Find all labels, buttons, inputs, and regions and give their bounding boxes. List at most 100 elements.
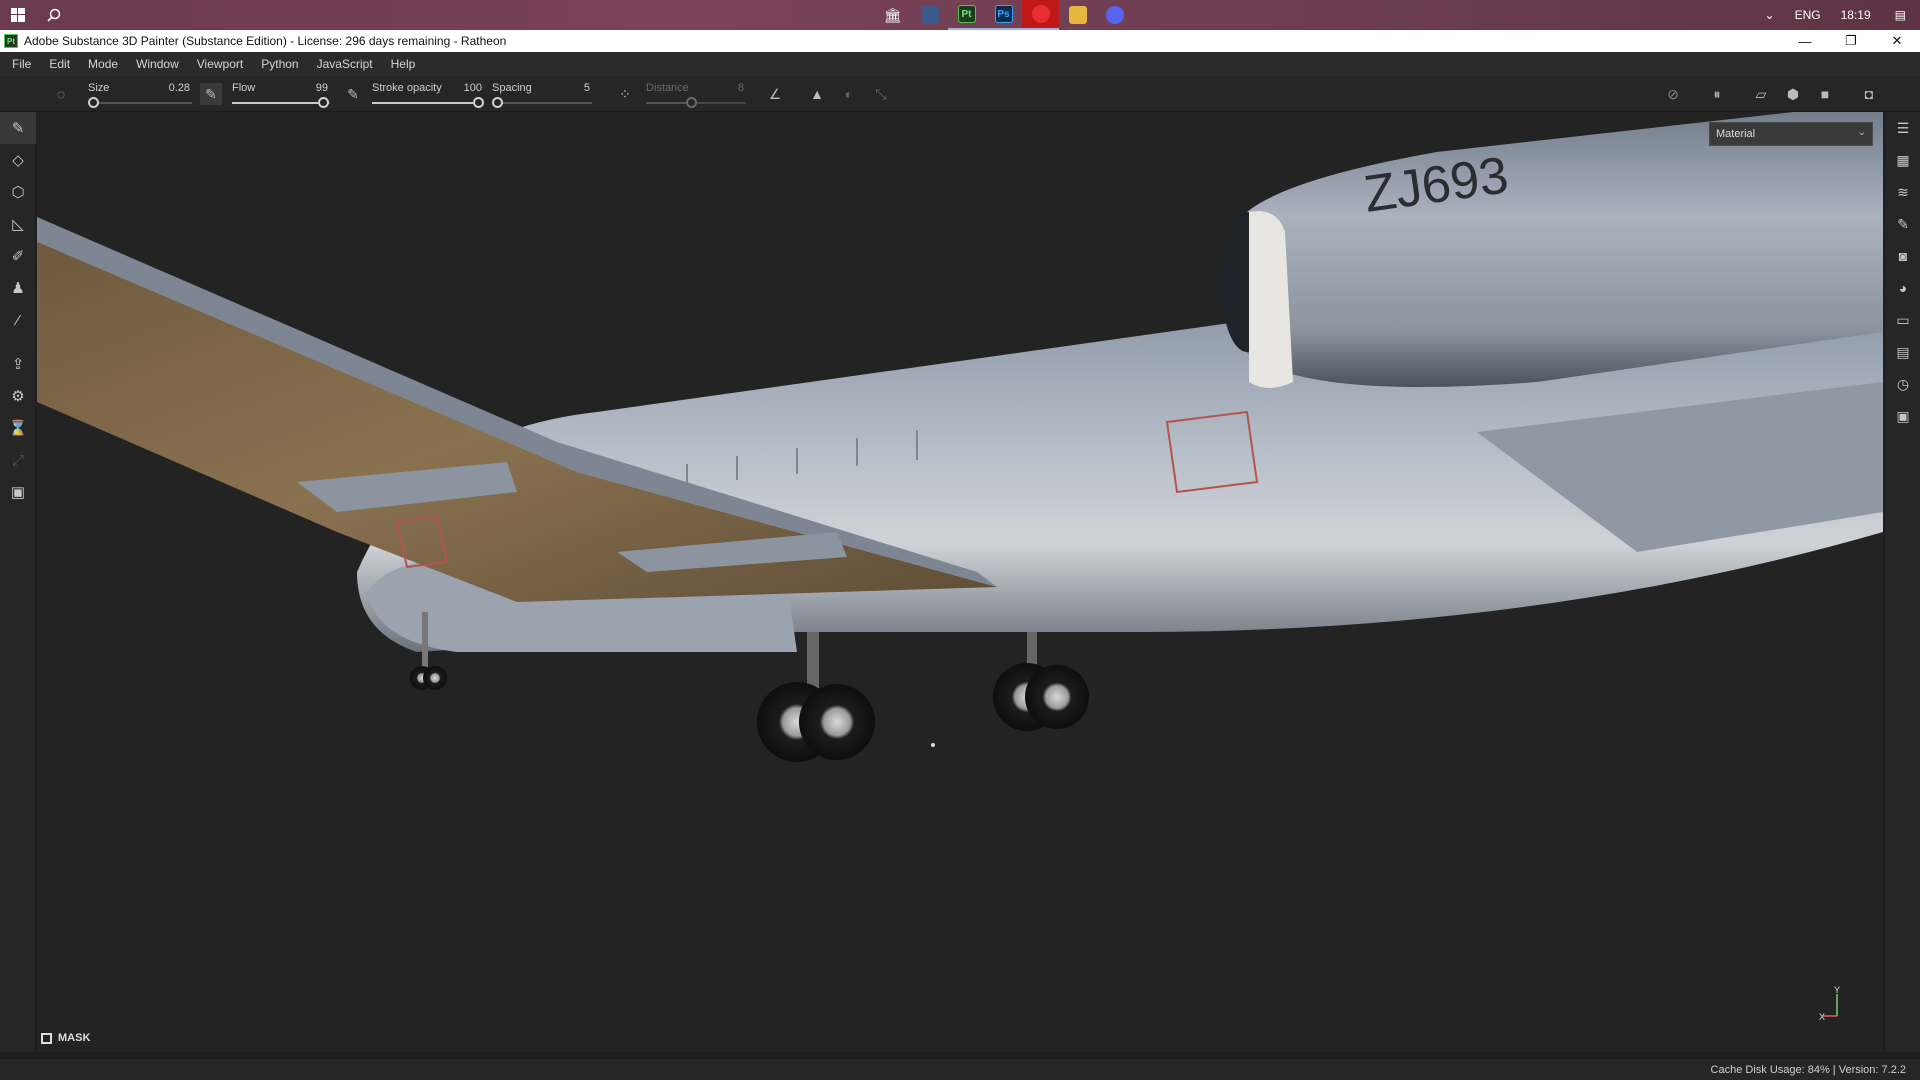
color-picker-icon[interactable]: ⁄ — [0, 304, 36, 336]
menu-bar: File Edit Mode Window Viewport Python Ja… — [0, 52, 1920, 76]
tray-chevron-icon[interactable]: ⌄ — [1755, 8, 1785, 22]
render-mode-value: Material — [1716, 128, 1756, 140]
stroke-opacity-knob[interactable] — [473, 97, 484, 108]
view-3d-icon[interactable]: ⬢ — [1782, 83, 1804, 105]
aircraft-model[interactable]: ZJ693 — [37, 112, 1883, 1052]
polygon-fill-icon[interactable]: ◺ — [0, 208, 36, 240]
screenshot-icon[interactable]: ◘ — [1858, 83, 1880, 105]
restore-button[interactable]: ❐ — [1828, 30, 1874, 52]
mask-toggle[interactable]: MASK — [41, 1032, 90, 1044]
close-button[interactable]: ✕ — [1874, 30, 1920, 52]
window-titlebar: Pt Adobe Substance 3D Painter (Substance… — [0, 30, 1920, 52]
size-knob[interactable] — [88, 97, 99, 108]
plugins-icon[interactable]: ▣ — [0, 476, 36, 508]
photoshop-app-icon[interactable]: Ps — [985, 0, 1022, 30]
size-slider[interactable]: Size 0.28 — [88, 80, 192, 110]
lazy-mouse-icon[interactable]: ⁘ — [614, 83, 636, 105]
hide-overlay-icon[interactable]: ⊘ — [1662, 83, 1684, 105]
distance-value[interactable]: 8 — [738, 82, 744, 94]
left-toolbar: ✎ ◇ ⬡ ◺ ✐ ♟ ⁄ ⇪ ⚙ ⌛ ⤢ ▣ — [0, 112, 36, 1052]
menu-python[interactable]: Python — [252, 57, 307, 71]
assets-icon[interactable]: ▭ — [1885, 304, 1920, 336]
clone-stamp-icon[interactable]: ♟ — [0, 272, 36, 304]
properties-icon[interactable]: ✎ — [1885, 208, 1920, 240]
view-2d-icon[interactable]: ▱ — [1750, 83, 1772, 105]
menu-file[interactable]: File — [3, 57, 40, 71]
axis-gizmo: Y X — [1819, 985, 1855, 1022]
taskbar-apps: 🏛 Pt Ps — [874, 0, 1133, 30]
stroke-opacity-value[interactable]: 100 — [464, 82, 482, 94]
painter-app-icon[interactable]: Pt — [948, 0, 985, 30]
flow-slider[interactable]: Flow 99 — [232, 80, 330, 110]
texture-set-settings-icon[interactable]: ▦ — [1885, 144, 1920, 176]
clock[interactable]: 18:19 — [1831, 8, 1881, 22]
search-icon[interactable] — [36, 0, 72, 30]
notification-icon[interactable]: ▤ — [1881, 8, 1920, 22]
display-settings-icon[interactable]: ◙ — [1885, 240, 1920, 272]
layers-icon[interactable]: ≋ — [1885, 176, 1920, 208]
flow-knob[interactable] — [318, 97, 330, 108]
language-indicator[interactable]: ENG — [1785, 8, 1831, 22]
stroke-opacity-slider[interactable]: Stroke opacity 100 — [372, 80, 484, 110]
distance-slider[interactable]: Distance 8 — [646, 80, 746, 110]
symmetry-options-icon[interactable]: ◐ — [838, 83, 860, 105]
angle-icon[interactable]: ∠ — [764, 83, 786, 105]
menu-window[interactable]: Window — [127, 57, 188, 71]
transform-icon[interactable]: ⤡ — [870, 83, 892, 105]
size-label: Size — [88, 82, 110, 94]
bake-icon[interactable]: ⌛ — [0, 412, 36, 444]
record-app-icon[interactable] — [1022, 0, 1059, 30]
spacing-knob[interactable] — [492, 97, 503, 108]
stroke-opacity-label: Stroke opacity — [372, 82, 442, 94]
flow-pen-icon[interactable]: ✎ — [200, 83, 222, 105]
shader-settings-icon[interactable]: ◕ — [1885, 272, 1920, 304]
size-value[interactable]: 0.28 — [169, 82, 190, 94]
texture-set-list-icon[interactable]: ☰ — [1885, 112, 1920, 144]
distance-label: Distance — [646, 82, 689, 94]
brush-shape-icon[interactable]: ◌ — [50, 83, 72, 105]
flow-fill — [232, 102, 319, 104]
windows-taskbar: 🏛 Pt Ps ⌄ ENG 18:19 ▤ — [0, 0, 1920, 30]
history-icon[interactable]: ◷ — [1885, 368, 1920, 400]
library-app-icon[interactable]: 🏛 — [874, 0, 911, 30]
render-mode-dropdown[interactable]: Material ⌄ — [1709, 122, 1873, 146]
camera-icon[interactable]: ■ — [1814, 83, 1836, 105]
steam-app-icon[interactable] — [911, 0, 948, 30]
discord-app-icon[interactable] — [1096, 0, 1133, 30]
menu-javascript[interactable]: JavaScript — [308, 57, 382, 71]
spacing-slider[interactable]: Spacing 5 — [492, 80, 592, 110]
smudge-icon[interactable]: ✐ — [0, 240, 36, 272]
cache-status: Cache Disk Usage: 84% | Version: 7.2.2 — [1710, 1063, 1906, 1076]
paint-brush-icon[interactable]: ✎ — [0, 112, 36, 144]
mask-checkbox[interactable] — [41, 1032, 52, 1044]
painter-logo-icon: Pt — [4, 34, 18, 48]
menu-mode[interactable]: Mode — [79, 57, 127, 71]
explorer-app-icon[interactable] — [1059, 0, 1096, 30]
mask-label: MASK — [58, 1032, 91, 1044]
spacing-value[interactable]: 5 — [584, 82, 590, 94]
geometry-icon[interactable]: ⤢ — [0, 444, 36, 476]
symmetry-icon[interactable]: ▲ — [806, 83, 828, 105]
tool-properties-bar: ◌ Size 0.28 ✎ Flow 99 ✎ Stroke opacity 1… — [0, 76, 1920, 112]
export-icon[interactable]: ⇪ — [0, 348, 36, 380]
minimize-button[interactable]: — — [1782, 30, 1828, 52]
menu-edit[interactable]: Edit — [40, 57, 79, 71]
axis-x-label: X — [1819, 1012, 1825, 1022]
distance-knob[interactable] — [686, 97, 698, 108]
stroke-opacity-fill — [372, 102, 473, 104]
settings-icon[interactable]: ⚙ — [0, 380, 36, 412]
menu-help[interactable]: Help — [382, 57, 425, 71]
stroke-pen-icon[interactable]: ✎ — [342, 83, 364, 105]
status-bar: Cache Disk Usage: 84% | Version: 7.2.2 — [0, 1058, 1920, 1080]
menu-viewport[interactable]: Viewport — [188, 57, 252, 71]
3d-viewport[interactable]: ZJ693 Material ⌄ MASK Y X — [37, 112, 1883, 1052]
shelf-icon[interactable]: ▤ — [1885, 336, 1920, 368]
flow-label: Flow — [232, 82, 256, 94]
projection-icon[interactable]: ⬡ — [0, 176, 36, 208]
flow-value[interactable]: 99 — [316, 82, 328, 94]
pause-render-icon[interactable]: ⏸ — [1706, 83, 1728, 105]
window-title: Adobe Substance 3D Painter (Substance Ed… — [24, 34, 507, 48]
log-icon[interactable]: ▣ — [1885, 400, 1920, 432]
windows-start-icon[interactable] — [0, 0, 36, 30]
eraser-icon[interactable]: ◇ — [0, 144, 36, 176]
